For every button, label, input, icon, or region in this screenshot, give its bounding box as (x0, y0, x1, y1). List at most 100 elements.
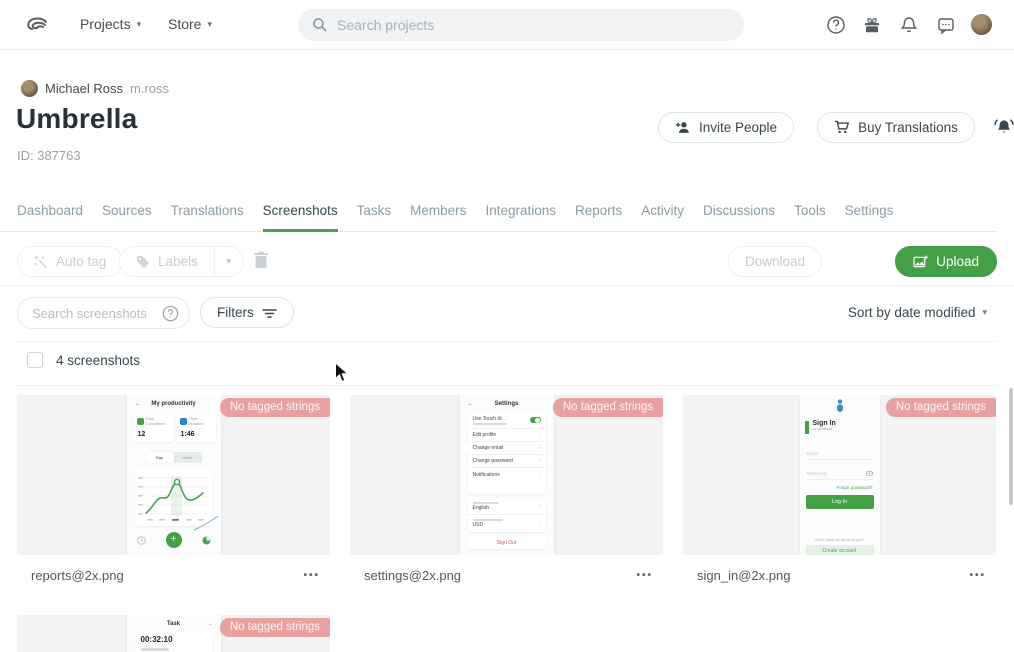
help-icon[interactable] (826, 15, 846, 35)
chevron-down-icon: ▾ (207, 19, 212, 30)
sort-dropdown[interactable]: Sort by date modified ▾ (848, 305, 987, 320)
status-badge: No tagged strings (220, 398, 330, 417)
owner-name[interactable]: Michael Ross (45, 81, 123, 96)
password-field: Password (807, 471, 873, 480)
screenshot-card-signin: Sign In to continue Email Password Forgo… (683, 395, 996, 583)
filters-button[interactable]: Filters (200, 297, 294, 328)
thumb-title: Task (127, 621, 221, 627)
pie-chart-icon (202, 536, 211, 545)
login-button-label: Log In (806, 495, 874, 509)
labels-dropdown-button[interactable]: ▾ (215, 246, 244, 277)
user-avatar[interactable] (971, 14, 992, 35)
select-all-checkbox[interactable] (27, 352, 43, 368)
screenshots-toolbar: Auto tag Labels ▾ Download Upload (17, 246, 997, 278)
notifications-bell-icon[interactable] (899, 15, 919, 35)
page-title: Umbrella (16, 103, 137, 135)
tab-members[interactable]: Members (410, 196, 466, 231)
crowdin-logo-icon[interactable] (24, 12, 50, 38)
screenshot-thumbnail[interactable]: ← My productivity Task Completed 12 Time… (17, 395, 330, 555)
buy-translations-button[interactable]: Buy Translations (817, 112, 975, 143)
search-icon (312, 17, 328, 33)
screenshot-card-settings: ← Settings Use Touch Id Edit profile› Ch… (350, 395, 663, 583)
status-badge: No tagged strings (553, 398, 663, 417)
download-button[interactable]: Download (728, 246, 822, 277)
filter-lines-icon (262, 307, 277, 318)
page-scrollbar[interactable] (1009, 388, 1013, 505)
project-tabs: Dashboard Sources Translations Screensho… (0, 196, 997, 232)
owner-avatar (21, 80, 38, 97)
tab-discussions[interactable]: Discussions (703, 196, 775, 231)
nav-store-menu[interactable]: Store ▾ (168, 16, 212, 32)
labels-button[interactable]: Labels (119, 246, 215, 277)
select-all-row: 4 screenshots (27, 352, 140, 368)
email-field: Email (807, 451, 873, 460)
chevron-down-icon: ⌄ (208, 621, 212, 627)
auto-tag-label: Auto tag (56, 254, 106, 269)
tab-translations[interactable]: Translations (171, 196, 244, 231)
messages-icon[interactable] (936, 15, 956, 35)
tab-reports[interactable]: Reports (575, 196, 622, 231)
labels-split-button: Labels ▾ (119, 246, 244, 277)
card-menu-button[interactable]: ••• (636, 570, 653, 581)
download-label: Download (745, 254, 805, 269)
search-input[interactable] (337, 17, 730, 33)
thumb-title: My productivity (127, 401, 221, 407)
screenshot-search-box[interactable] (17, 297, 190, 329)
clock-icon (180, 418, 187, 425)
project-owner-row: Michael Ross m.ross (21, 80, 169, 97)
nav-projects-menu[interactable]: Projects ▾ (80, 16, 141, 32)
gift-icon[interactable] (862, 15, 882, 35)
tab-screenshots[interactable]: Screenshots (263, 196, 338, 231)
tag-icon (136, 255, 150, 269)
tab-sources[interactable]: Sources (102, 196, 152, 231)
sign-out-label: Sign Out (468, 536, 546, 549)
screenshot-filename: sign_in@2x.png (697, 568, 790, 583)
screenshot-card-reports: ← My productivity Task Completed 12 Time… (17, 395, 330, 583)
app-logo-icon (835, 399, 845, 413)
header-actions: Invite People Buy Translations (658, 112, 1014, 143)
shopping-cart-icon (834, 120, 850, 135)
tab-integrations[interactable]: Integrations (485, 196, 556, 231)
tab-dashboard[interactable]: Dashboard (17, 196, 83, 231)
task-timer: 00:32:10 (141, 635, 173, 644)
labels-label: Labels (158, 254, 198, 269)
crowdin-project-page: Projects ▾ Store ▾ Michael Ross (0, 0, 1014, 652)
status-badge: No tagged strings (220, 618, 330, 637)
project-notifications-bell-icon[interactable] (993, 117, 1014, 139)
card-menu-button[interactable]: ••• (303, 570, 320, 581)
invite-people-label: Invite People (699, 120, 777, 135)
sort-label: Sort by date modified (848, 305, 976, 320)
image-add-icon (913, 255, 928, 268)
tab-tools[interactable]: Tools (794, 196, 826, 231)
mouse-cursor (334, 362, 349, 383)
project-search-bar[interactable] (298, 9, 744, 41)
invite-people-button[interactable]: Invite People (658, 112, 794, 143)
auto-tag-button[interactable]: Auto tag (17, 246, 123, 277)
delete-trash-icon[interactable] (252, 251, 270, 271)
card-menu-button[interactable]: ••• (969, 570, 986, 581)
screenshot-filename: settings@2x.png (364, 568, 461, 583)
nav-store-label: Store (168, 16, 201, 32)
screenshot-filename: reports@2x.png (31, 568, 124, 583)
person-add-icon (675, 121, 691, 135)
clock-icon (137, 536, 146, 545)
screenshot-thumbnail[interactable]: Task ⌄ 00:32:10 › No tagged strings (17, 615, 330, 652)
chevron-down-icon: ▾ (227, 256, 232, 266)
buy-translations-label: Buy Translations (858, 120, 958, 135)
help-circle-icon[interactable] (162, 305, 179, 322)
tab-tasks[interactable]: Tasks (357, 196, 392, 231)
accent-bar (805, 421, 809, 434)
tab-activity[interactable]: Activity (641, 196, 684, 231)
magic-wand-icon (34, 255, 48, 269)
eye-icon (866, 471, 873, 476)
top-navigation-bar: Projects ▾ Store ▾ (0, 0, 1014, 50)
screenshot-search-input[interactable] (32, 306, 162, 321)
check-icon (137, 418, 144, 425)
thumb-title: Settings (460, 401, 554, 407)
tab-settings[interactable]: Settings (845, 196, 894, 231)
filters-label: Filters (217, 305, 254, 320)
screenshot-count-label: 4 screenshots (56, 353, 140, 368)
upload-button[interactable]: Upload (895, 246, 997, 277)
screenshot-thumbnail[interactable]: Sign In to continue Email Password Forgo… (683, 395, 996, 555)
screenshot-thumbnail[interactable]: ← Settings Use Touch Id Edit profile› Ch… (350, 395, 663, 555)
